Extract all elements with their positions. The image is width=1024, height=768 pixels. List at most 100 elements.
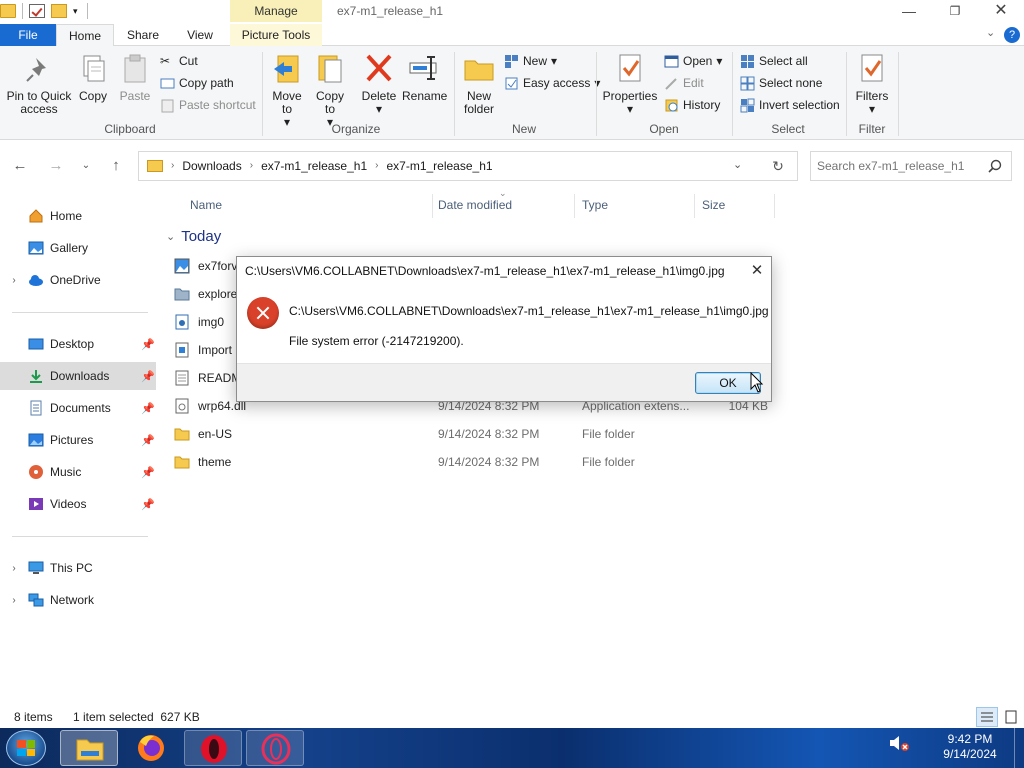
chevron-down-icon[interactable]: ⌄ (986, 26, 995, 39)
history-button[interactable]: History (664, 96, 720, 114)
manage-context-tab[interactable]: Manage (230, 0, 322, 22)
chevron-right-icon[interactable]: › (0, 563, 28, 574)
group-header-today[interactable]: ⌄ Today (166, 228, 221, 245)
paste-shortcut-button[interactable]: Paste shortcut (160, 96, 256, 114)
column-divider[interactable] (432, 194, 433, 218)
pin-icon[interactable]: 📌 (141, 402, 155, 415)
invert-selection-button[interactable]: Invert selection (740, 96, 840, 114)
list-item[interactable]: theme 9/14/2024 8:32 PM File folder (174, 450, 774, 474)
sidebar-item-videos[interactable]: Videos 📌 (0, 490, 156, 518)
sidebar-item-gallery[interactable]: Gallery (0, 234, 156, 262)
delete-button[interactable]: Delete ▾ (358, 52, 400, 116)
tab-view[interactable]: View (172, 24, 228, 46)
edit-button[interactable]: Edit (664, 74, 704, 92)
folder-icon (174, 426, 190, 442)
address-dropdown-icon[interactable]: ⌄ (733, 158, 742, 171)
column-divider[interactable] (774, 194, 775, 218)
sidebar-item-music[interactable]: Music 📌 (0, 458, 156, 486)
sidebar-item-desktop[interactable]: Desktop 📌 (0, 330, 156, 358)
breadcrumb-item[interactable]: ex7-m1_release_h1 (386, 152, 492, 180)
search-icon[interactable] (987, 158, 1003, 174)
paste-button[interactable]: Paste (116, 52, 154, 103)
up-arrow-icon[interactable]: ↑ (106, 156, 126, 176)
volume-muted-icon[interactable] (888, 734, 910, 755)
forward-arrow-icon[interactable]: → (46, 156, 66, 176)
details-view-button[interactable] (976, 707, 998, 727)
nav-divider (12, 312, 148, 313)
network-icon (28, 592, 44, 608)
sidebar-item-downloads[interactable]: Downloads 📌 (0, 362, 156, 390)
new-folder-icon[interactable] (51, 4, 67, 18)
new-item-button[interactable]: New ▾ (504, 52, 557, 70)
large-icons-view-button[interactable] (1000, 707, 1022, 727)
taskbar-file-explorer[interactable] (60, 730, 118, 766)
copy-to-button[interactable]: Copy to ▾ (310, 52, 350, 129)
start-button[interactable] (6, 730, 46, 766)
sidebar-item-this-pc[interactable]: › This PC (0, 554, 156, 582)
taskbar-opera-gx[interactable] (246, 730, 304, 766)
chevron-right-icon[interactable]: › (0, 275, 28, 286)
edit-pencil-icon (664, 76, 679, 91)
easy-access-button[interactable]: Easy access ▾ (504, 74, 600, 92)
properties-button[interactable]: Properties ▾ (602, 52, 658, 116)
address-bar[interactable]: › Downloads › ex7-m1_release_h1 › ex7-m1… (138, 151, 798, 181)
sidebar-item-home[interactable]: Home (0, 202, 156, 230)
pin-icon[interactable]: 📌 (141, 434, 155, 447)
copy-path-button[interactable]: Copy path (160, 74, 234, 92)
back-arrow-icon[interactable]: ← (10, 156, 30, 176)
select-none-button[interactable]: Select none (740, 74, 822, 92)
filters-button[interactable]: Filters ▾ (852, 52, 892, 116)
pin-icon[interactable]: 📌 (141, 370, 155, 383)
pin-icon[interactable]: 📌 (141, 338, 155, 351)
breadcrumb-item[interactable]: ex7-m1_release_h1 (261, 152, 367, 180)
show-desktop-button[interactable] (1014, 728, 1024, 768)
system-clock[interactable]: 9:42 PM 9/14/2024 (930, 732, 1010, 762)
sidebar-item-documents[interactable]: Documents 📌 (0, 394, 156, 422)
list-item[interactable]: en-US 9/14/2024 8:32 PM File folder (174, 422, 774, 446)
search-box[interactable] (810, 151, 1012, 181)
pin-icon[interactable]: 📌 (141, 498, 155, 511)
close-window-button[interactable]: ✕ (978, 0, 1024, 24)
tab-home[interactable]: Home (56, 24, 114, 46)
desktop-icon (28, 336, 44, 352)
tab-picture-tools[interactable]: Picture Tools (230, 24, 322, 46)
column-header-name[interactable]: Name (190, 198, 222, 212)
sidebar-item-onedrive[interactable]: › OneDrive (0, 266, 156, 294)
chevron-right-icon[interactable]: › (0, 595, 28, 606)
search-input[interactable] (817, 157, 982, 175)
sidebar-item-pictures[interactable]: Pictures 📌 (0, 426, 156, 454)
refresh-icon[interactable]: ↻ (768, 156, 788, 176)
rename-button[interactable]: Rename (402, 52, 447, 103)
dialog-close-button[interactable]: ✕ (743, 259, 771, 283)
column-divider[interactable] (574, 194, 575, 218)
cut-button[interactable]: ✂ Cut (160, 52, 198, 70)
chevron-right-icon[interactable]: › (250, 152, 253, 180)
tab-share[interactable]: Share (114, 24, 172, 46)
open-button[interactable]: Open ▾ (664, 52, 722, 70)
breadcrumb-item[interactable]: Downloads (182, 152, 241, 180)
move-to-button[interactable]: Move to ▾ (268, 52, 306, 129)
column-header-date[interactable]: Date modified (438, 198, 512, 212)
column-header-type[interactable]: Type (582, 198, 608, 212)
gallery-icon (28, 240, 44, 256)
maximize-button[interactable]: ❐ (932, 0, 978, 24)
chevron-right-icon[interactable]: › (171, 152, 174, 180)
column-divider[interactable] (694, 194, 695, 218)
minimize-button[interactable]: — (886, 0, 932, 24)
image-file-icon (174, 314, 190, 330)
help-icon[interactable]: ? (1004, 27, 1020, 43)
new-folder-button[interactable]: New folder (458, 52, 500, 116)
chevron-right-icon[interactable]: › (375, 152, 378, 180)
select-all-button[interactable]: Select all (740, 52, 808, 70)
customize-toolbar-icon[interactable]: ▾ (73, 4, 81, 18)
column-header-size[interactable]: Size (702, 198, 725, 212)
taskbar-firefox[interactable] (122, 730, 180, 766)
properties-check-icon[interactable] (29, 4, 45, 18)
sidebar-item-network[interactable]: › Network (0, 586, 156, 614)
taskbar-opera[interactable] (184, 730, 242, 766)
tab-file[interactable]: File (0, 24, 56, 46)
copy-button[interactable]: Copy (76, 52, 110, 103)
recent-locations-chevron-icon[interactable]: ⌄ (76, 156, 96, 176)
pin-icon[interactable]: 📌 (141, 466, 155, 479)
pin-to-quick-access-button[interactable]: Pin to Quick access (4, 52, 74, 116)
